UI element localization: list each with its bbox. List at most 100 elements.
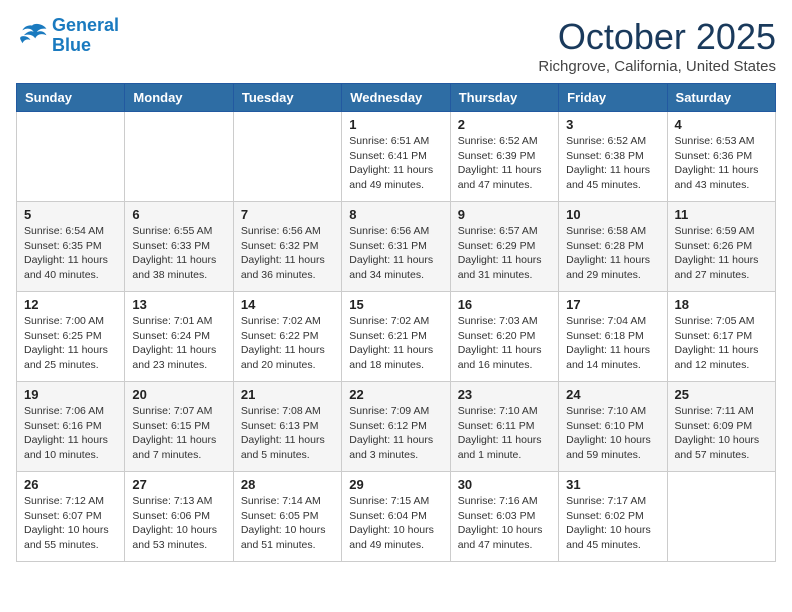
calendar-cell: 20Sunrise: 7:07 AM Sunset: 6:15 PM Dayli… [125, 382, 233, 472]
weekday-header: Friday [559, 84, 667, 112]
day-info: Sunrise: 7:03 AM Sunset: 6:20 PM Dayligh… [458, 314, 551, 373]
day-info: Sunrise: 7:09 AM Sunset: 6:12 PM Dayligh… [349, 404, 442, 463]
calendar-cell: 8 Sunrise: 6:56 AM Sunset: 6:31 PM Daylig… [342, 202, 450, 292]
day-info: Sunrise: 7:14 AM Sunset: 6:05 PM Dayligh… [241, 494, 334, 553]
day-info: Sunrise: 6:52 AM Sunset: 6:39 PM Dayligh… [458, 134, 551, 193]
day-number: 2 [458, 117, 551, 132]
calendar-cell: 31 Sunrise: 7:17 AM Sunset: 6:02 PM Dayli… [559, 472, 667, 562]
day-number: 10 [566, 207, 659, 222]
calendar-cell: 2 Sunrise: 6:52 AM Sunset: 6:39 PM Daylig… [450, 112, 558, 202]
calendar-cell [17, 112, 125, 202]
day-number: 23 [458, 387, 551, 402]
day-number: 18 [675, 297, 768, 312]
calendar-cell: 19 Sunrise: 7:06 AM Sunset: 6:16 PM Dayli… [17, 382, 125, 472]
logo-text: General Blue [52, 16, 119, 56]
day-number: 7 [241, 207, 334, 222]
day-info: Sunrise: 7:16 AM Sunset: 6:03 PM Dayligh… [458, 494, 551, 553]
calendar-cell: 12 Sunrise: 7:00 AM Sunset: 6:25 PM Dayli… [17, 292, 125, 382]
weekday-header: Saturday [667, 84, 775, 112]
calendar-cell: 1 Sunrise: 6:51 AM Sunset: 6:41 PM Daylig… [342, 112, 450, 202]
calendar-cell: 27Sunrise: 7:13 AM Sunset: 6:06 PM Dayli… [125, 472, 233, 562]
calendar-header-row: SundayMondayTuesdayWednesdayThursdayFrid… [17, 84, 776, 112]
calendar-week-row: 5 Sunrise: 6:54 AM Sunset: 6:35 PM Daylig… [17, 202, 776, 292]
day-info: Sunrise: 6:53 AM Sunset: 6:36 PM Dayligh… [675, 134, 768, 193]
day-info: Sunrise: 7:06 AM Sunset: 6:16 PM Dayligh… [24, 404, 117, 463]
day-number: 15 [349, 297, 442, 312]
day-info: Sunrise: 7:10 AM Sunset: 6:11 PM Dayligh… [458, 404, 551, 463]
calendar-cell: 10 Sunrise: 6:58 AM Sunset: 6:28 PM Dayli… [559, 202, 667, 292]
day-number: 26 [24, 477, 117, 492]
day-number: 21 [241, 387, 334, 402]
day-info: Sunrise: 6:56 AM Sunset: 6:32 PM Dayligh… [241, 224, 334, 283]
day-info: Sunrise: 7:17 AM Sunset: 6:02 PM Dayligh… [566, 494, 659, 553]
day-info: Sunrise: 7:00 AM Sunset: 6:25 PM Dayligh… [24, 314, 117, 373]
weekday-header: Monday [125, 84, 233, 112]
calendar-cell: 4Sunrise: 6:53 AM Sunset: 6:36 PM Daylig… [667, 112, 775, 202]
day-number: 29 [349, 477, 442, 492]
location-label: Richgrove, California, United States [538, 58, 776, 75]
day-info: Sunrise: 7:11 AM Sunset: 6:09 PM Dayligh… [675, 404, 768, 463]
calendar-cell: 28Sunrise: 7:14 AM Sunset: 6:05 PM Dayli… [233, 472, 341, 562]
day-info: Sunrise: 7:01 AM Sunset: 6:24 PM Dayligh… [132, 314, 225, 373]
day-number: 22 [349, 387, 442, 402]
day-info: Sunrise: 6:52 AM Sunset: 6:38 PM Dayligh… [566, 134, 659, 193]
day-info: Sunrise: 6:57 AM Sunset: 6:29 PM Dayligh… [458, 224, 551, 283]
logo-icon [16, 22, 48, 50]
calendar-cell [125, 112, 233, 202]
calendar-cell [667, 472, 775, 562]
day-info: Sunrise: 6:58 AM Sunset: 6:28 PM Dayligh… [566, 224, 659, 283]
day-info: Sunrise: 7:02 AM Sunset: 6:21 PM Dayligh… [349, 314, 442, 373]
calendar-cell: 13 Sunrise: 7:01 AM Sunset: 6:24 PM Dayli… [125, 292, 233, 382]
day-number: 24 [566, 387, 659, 402]
day-number: 13 [132, 297, 225, 312]
day-info: Sunrise: 7:12 AM Sunset: 6:07 PM Dayligh… [24, 494, 117, 553]
day-number: 17 [566, 297, 659, 312]
day-info: Sunrise: 6:59 AM Sunset: 6:26 PM Dayligh… [675, 224, 768, 283]
day-info: Sunrise: 6:55 AM Sunset: 6:33 PM Dayligh… [132, 224, 225, 283]
calendar-cell: 22 Sunrise: 7:09 AM Sunset: 6:12 PM Dayli… [342, 382, 450, 472]
day-number: 14 [241, 297, 334, 312]
day-info: Sunrise: 7:08 AM Sunset: 6:13 PM Dayligh… [241, 404, 334, 463]
calendar-cell [233, 112, 341, 202]
day-number: 6 [132, 207, 225, 222]
calendar-cell: 29Sunrise: 7:15 AM Sunset: 6:04 PM Dayli… [342, 472, 450, 562]
day-number: 16 [458, 297, 551, 312]
calendar-cell: 11Sunrise: 6:59 AM Sunset: 6:26 PM Dayli… [667, 202, 775, 292]
day-number: 12 [24, 297, 117, 312]
calendar-cell: 26 Sunrise: 7:12 AM Sunset: 6:07 PM Dayli… [17, 472, 125, 562]
calendar-week-row: 19 Sunrise: 7:06 AM Sunset: 6:16 PM Dayli… [17, 382, 776, 472]
day-number: 1 [349, 117, 442, 132]
day-number: 9 [458, 207, 551, 222]
calendar-cell: 23 Sunrise: 7:10 AM Sunset: 6:11 PM Dayli… [450, 382, 558, 472]
logo: General Blue [16, 16, 119, 56]
calendar-cell: 14 Sunrise: 7:02 AM Sunset: 6:22 PM Dayli… [233, 292, 341, 382]
day-number: 31 [566, 477, 659, 492]
day-number: 5 [24, 207, 117, 222]
day-number: 8 [349, 207, 442, 222]
weekday-header: Sunday [17, 84, 125, 112]
day-number: 20 [132, 387, 225, 402]
calendar-week-row: 26 Sunrise: 7:12 AM Sunset: 6:07 PM Dayli… [17, 472, 776, 562]
day-info: Sunrise: 6:56 AM Sunset: 6:31 PM Dayligh… [349, 224, 442, 283]
calendar-week-row: 12 Sunrise: 7:00 AM Sunset: 6:25 PM Dayli… [17, 292, 776, 382]
day-info: Sunrise: 7:02 AM Sunset: 6:22 PM Dayligh… [241, 314, 334, 373]
day-info: Sunrise: 7:05 AM Sunset: 6:17 PM Dayligh… [675, 314, 768, 373]
calendar-cell: 16 Sunrise: 7:03 AM Sunset: 6:20 PM Dayli… [450, 292, 558, 382]
calendar-cell: 21 Sunrise: 7:08 AM Sunset: 6:13 PM Dayli… [233, 382, 341, 472]
day-info: Sunrise: 7:13 AM Sunset: 6:06 PM Dayligh… [132, 494, 225, 553]
calendar-table: SundayMondayTuesdayWednesdayThursdayFrid… [16, 83, 776, 562]
day-number: 3 [566, 117, 659, 132]
title-section: October 2025 Richgrove, California, Unit… [538, 16, 776, 75]
day-number: 19 [24, 387, 117, 402]
page-header: General Blue October 2025 Richgrove, Cal… [16, 16, 776, 75]
day-info: Sunrise: 6:54 AM Sunset: 6:35 PM Dayligh… [24, 224, 117, 283]
calendar-cell: 17Sunrise: 7:04 AM Sunset: 6:18 PM Dayli… [559, 292, 667, 382]
weekday-header: Tuesday [233, 84, 341, 112]
day-info: Sunrise: 6:51 AM Sunset: 6:41 PM Dayligh… [349, 134, 442, 193]
calendar-cell: 6 Sunrise: 6:55 AM Sunset: 6:33 PM Daylig… [125, 202, 233, 292]
day-number: 30 [458, 477, 551, 492]
calendar-cell: 7 Sunrise: 6:56 AM Sunset: 6:32 PM Daylig… [233, 202, 341, 292]
calendar-cell: 9 Sunrise: 6:57 AM Sunset: 6:29 PM Daylig… [450, 202, 558, 292]
month-title: October 2025 [538, 16, 776, 58]
weekday-header: Thursday [450, 84, 558, 112]
